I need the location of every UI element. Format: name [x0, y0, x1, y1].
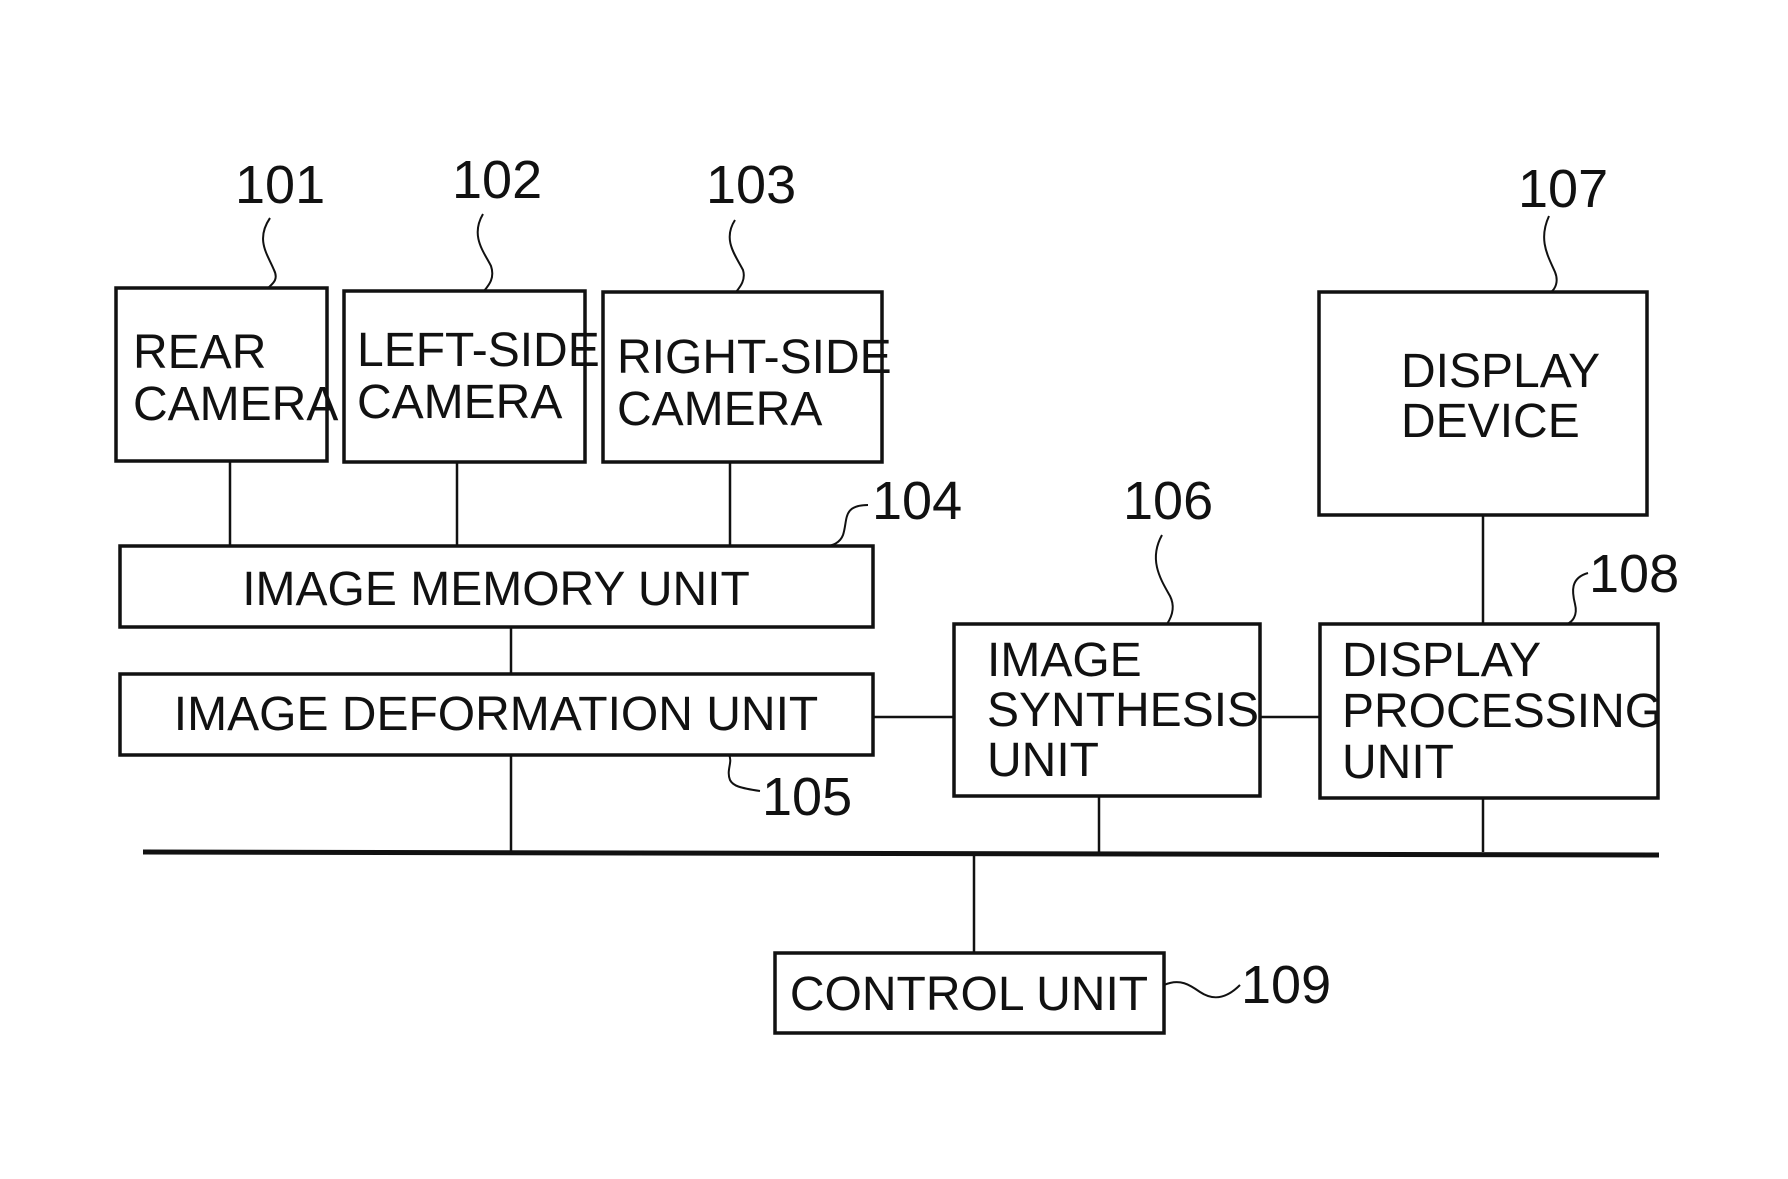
- ref-numeral: 101: [235, 155, 325, 215]
- block-diagram: REAR CAMERA LEFT-SIDE CAMERA RIGHT-SIDE …: [114, 150, 1679, 1035]
- ref-102: 102: [452, 150, 542, 292]
- leader-line: [1163, 981, 1241, 999]
- block-label: IMAGE MEMORY UNIT: [242, 563, 750, 616]
- block-image-synthesis-unit: IMAGE SYNTHESIS UNIT: [952, 622, 1262, 798]
- leader-line: [728, 219, 745, 293]
- leader-line: [727, 754, 761, 792]
- ref-numeral: 104: [872, 471, 962, 531]
- block-label: DISPLAY: [1401, 345, 1600, 398]
- block-label: LEFT-SIDE: [357, 324, 600, 377]
- block-image-deformation-unit: IMAGE DEFORMATION UNIT: [118, 672, 875, 757]
- block-control-unit: CONTROL UNIT: [773, 951, 1166, 1035]
- block-label: CAMERA: [617, 383, 822, 436]
- block-label: RIGHT-SIDE: [617, 331, 892, 384]
- ref-numeral: 107: [1518, 159, 1608, 219]
- block-label: UNIT: [987, 734, 1099, 787]
- block-label: REAR: [133, 326, 266, 379]
- block-label: SYNTHESIS: [987, 684, 1259, 737]
- ref-105: 105: [727, 754, 852, 827]
- ref-numeral: 103: [706, 155, 796, 215]
- block-label: UNIT: [1342, 736, 1454, 789]
- ref-numeral: 102: [452, 150, 542, 210]
- ref-106: 106: [1123, 471, 1213, 625]
- leader-line: [1566, 572, 1589, 625]
- leader-line: [1543, 215, 1558, 293]
- ref-numeral: 105: [762, 767, 852, 827]
- block-label: CAMERA: [357, 376, 562, 429]
- block-left-side-camera: LEFT-SIDE CAMERA: [342, 289, 600, 464]
- ref-numeral: 106: [1123, 471, 1213, 531]
- leader-line: [476, 213, 494, 292]
- block-image-memory-unit: IMAGE MEMORY UNIT: [118, 544, 875, 629]
- ref-107: 107: [1518, 159, 1608, 293]
- block-label: CAMERA: [133, 378, 338, 431]
- ref-109: 109: [1163, 955, 1331, 1015]
- leader-line: [262, 217, 277, 289]
- ref-104: 104: [825, 471, 962, 547]
- block-right-side-camera: RIGHT-SIDE CAMERA: [601, 290, 892, 464]
- block-label: IMAGE DEFORMATION UNIT: [174, 688, 818, 741]
- block-label: IMAGE: [987, 634, 1142, 687]
- block-label: DEVICE: [1401, 395, 1580, 448]
- system-bus: [142, 849, 1660, 858]
- block-display-device: DISPLAY DEVICE: [1317, 290, 1649, 517]
- ref-101: 101: [235, 155, 325, 289]
- ref-numeral: 108: [1589, 544, 1679, 604]
- block-rear-camera: REAR CAMERA: [114, 286, 338, 463]
- leader-line: [825, 504, 869, 547]
- ref-108: 108: [1566, 544, 1679, 625]
- ref-103: 103: [706, 155, 796, 293]
- block-label: PROCESSING: [1342, 685, 1662, 738]
- ref-numeral: 109: [1241, 955, 1331, 1015]
- block-label: CONTROL UNIT: [790, 968, 1148, 1021]
- block-label: DISPLAY: [1342, 634, 1541, 687]
- block-display-processing-unit: DISPLAY PROCESSING UNIT: [1318, 622, 1662, 800]
- leader-line: [1154, 534, 1174, 625]
